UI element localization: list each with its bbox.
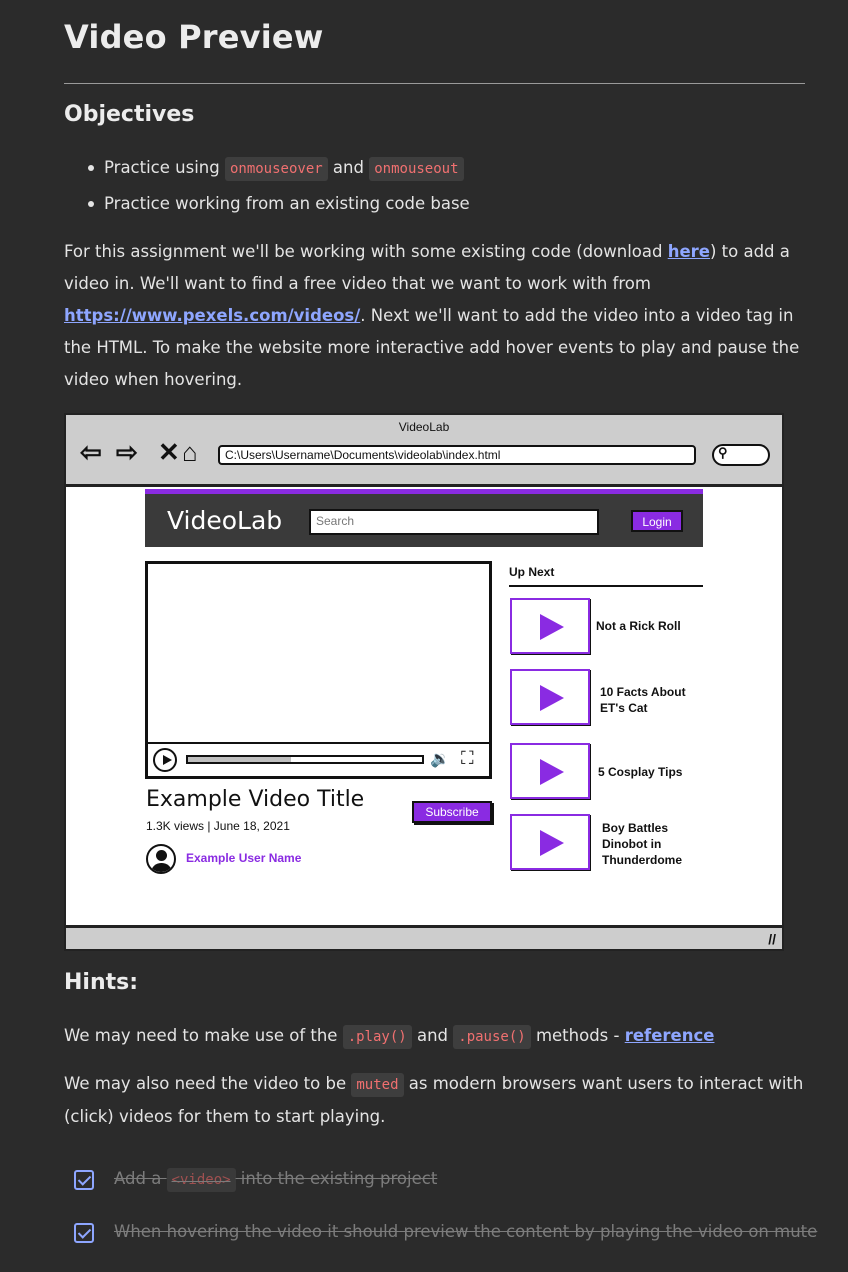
checkbox[interactable] — [74, 1223, 94, 1243]
video-thumbnail — [510, 669, 590, 725]
checklist-item: Add a <video> into the existing project — [114, 1163, 437, 1196]
site-header: VideoLab Search Login — [145, 489, 703, 547]
inline-code: muted — [351, 1073, 404, 1097]
video-meta: 1.3K views | June 18, 2021 — [146, 819, 290, 833]
video-thumbnail — [510, 743, 590, 799]
up-next-title: 10 Facts About ET's Cat — [600, 685, 686, 715]
seek-progress — [188, 757, 291, 762]
status-bar: // — [66, 925, 782, 949]
video-player: 🔉 ⛶ — [145, 561, 492, 779]
browser-chrome: VideoLab ⇦ ⇨ ✕ ⌂ C:\Users\Username\Docum… — [66, 415, 782, 487]
home-icon: ⌂ — [182, 437, 198, 467]
site-logo: VideoLab — [167, 506, 283, 535]
login-button: Login — [631, 510, 683, 532]
fullscreen-icon: ⛶ — [461, 748, 474, 768]
up-next-heading: Up Next — [509, 565, 555, 579]
inline-code: .play() — [342, 1025, 412, 1049]
intro-paragraph: For this assignment we'll be working wit… — [64, 242, 800, 389]
avatar — [146, 844, 176, 874]
reference-link[interactable]: reference — [625, 1026, 715, 1045]
hint-paragraph: We may also need the video to be muted a… — [64, 1073, 804, 1126]
up-next-title: 5 Cosplay Tips — [598, 765, 683, 779]
forward-icon: ⇨ — [116, 437, 138, 467]
up-next-title: Not a Rick Roll — [596, 619, 681, 633]
inline-code: <video> — [166, 1168, 236, 1192]
search-icon: ⚲ — [718, 445, 728, 460]
checklist-item: When hovering the video it should previe… — [114, 1222, 818, 1241]
search-input: Search — [309, 509, 599, 535]
seek-bar — [186, 755, 424, 764]
video-thumbnail — [510, 598, 590, 654]
video-thumbnail — [510, 814, 590, 870]
inline-code: .pause() — [453, 1025, 531, 1049]
hint-paragraph: We may need to make use of the .play() a… — [64, 1020, 805, 1053]
subscribe-button: Subscribe — [412, 801, 492, 823]
url-bar: C:\Users\Username\Documents\videolab\ind… — [218, 445, 696, 465]
objectives-heading: Objectives — [64, 102, 195, 127]
divider — [64, 83, 805, 84]
video-title: Example Video Title — [146, 787, 365, 812]
stop-icon: ✕ — [158, 437, 180, 467]
play-icon — [540, 685, 564, 711]
resize-grip-icon: // — [768, 931, 776, 947]
checkbox[interactable] — [74, 1170, 94, 1190]
play-icon — [540, 614, 564, 640]
back-icon: ⇦ — [80, 437, 102, 467]
videolab-mockup: VideoLab ⇦ ⇨ ✕ ⌂ C:\Users\Username\Docum… — [64, 413, 784, 951]
list-item: Practice using onmouseover and onmouseou… — [64, 152, 470, 188]
user-name: Example User Name — [186, 851, 302, 865]
play-icon — [153, 748, 177, 772]
list-item: Practice working from an existing code b… — [64, 188, 470, 224]
divider — [509, 585, 703, 587]
player-controls: 🔉 ⛶ — [148, 742, 489, 776]
download-link[interactable]: here — [668, 242, 710, 261]
play-icon — [540, 830, 564, 856]
up-next-title: Boy Battles Dinobot in Thunderdome — [602, 821, 682, 867]
inline-code: onmouseout — [369, 157, 464, 181]
pexels-link[interactable]: https://www.pexels.com/videos/ — [64, 306, 360, 325]
play-icon — [540, 759, 564, 785]
inline-code: onmouseover — [224, 157, 328, 181]
volume-icon: 🔉 — [430, 751, 450, 768]
window-title: VideoLab — [398, 420, 450, 434]
objectives-list: Practice using onmouseover and onmouseou… — [64, 152, 470, 224]
page-title: Video Preview — [64, 18, 324, 56]
hints-heading: Hints: — [64, 970, 139, 995]
browser-search-box: ⚲ — [712, 444, 770, 466]
